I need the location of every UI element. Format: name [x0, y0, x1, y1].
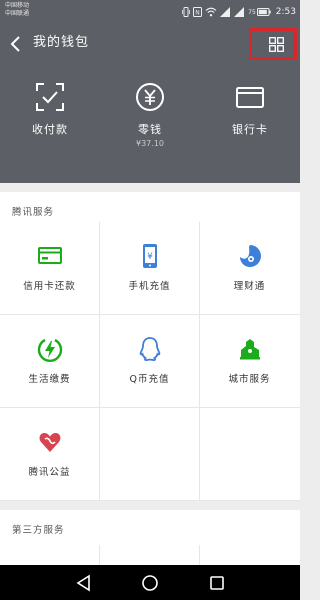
nav-back-icon[interactable] — [74, 573, 94, 593]
back-arrow-icon[interactable] — [8, 34, 26, 54]
nfc-icon: N — [193, 7, 203, 17]
header-item-change[interactable]: 零钱 ¥37.10 — [100, 80, 200, 170]
grid-menu-icon — [269, 37, 284, 52]
signal-icon-2 — [234, 7, 245, 17]
service-qcoin[interactable]: Q币充值 — [100, 315, 199, 407]
header-item-bank-card[interactable]: 银行卡 — [200, 80, 300, 170]
more-menu-button[interactable] — [249, 28, 297, 60]
service-licaitong[interactable]: 理财通 — [200, 222, 300, 314]
status-bar: 中国移动 中国联通 N 75 2:53 — [0, 0, 300, 24]
credit-card-icon — [38, 247, 62, 264]
svg-text:¥: ¥ — [147, 252, 153, 262]
signal-icon-1 — [220, 7, 231, 17]
service-label: Q币充值 — [129, 374, 170, 385]
wallet-header: 我的钱包 收付款 零钱 ¥37.10 银行卡 — [0, 24, 300, 183]
wifi-icon — [205, 7, 217, 17]
qq-penguin-icon — [139, 337, 161, 361]
city-icon — [240, 339, 260, 360]
header-item-pay[interactable]: 收付款 — [0, 80, 100, 170]
system-nav-bar — [0, 565, 300, 600]
service-label: 理财通 — [233, 281, 266, 292]
third-party-cell[interactable] — [0, 545, 99, 565]
section-title-tencent: 腾讯服务 — [12, 207, 55, 218]
third-party-cell[interactable] — [200, 545, 300, 565]
carrier-1: 中国移动 — [5, 2, 30, 9]
bank-card-icon — [236, 87, 264, 108]
service-label: 生活缴费 — [28, 374, 71, 385]
service-label: 城市服务 — [228, 374, 271, 385]
licaitong-icon — [240, 245, 261, 267]
header-label-change: 零钱 — [138, 123, 162, 136]
nav-recent-icon[interactable] — [207, 573, 227, 593]
carrier-2: 中国联通 — [5, 10, 30, 17]
section-third-party-services: 第三方服务 — [0, 510, 300, 546]
phone-recharge-icon: ¥ — [143, 244, 157, 268]
scan-pay-icon — [36, 83, 64, 111]
service-utilities[interactable]: 生活缴费 — [0, 315, 99, 407]
yen-coin-icon — [136, 83, 164, 111]
empty-cell — [100, 408, 199, 500]
service-label: 腾讯公益 — [28, 467, 71, 478]
section-title-third-party: 第三方服务 — [12, 525, 65, 536]
service-label: 手机充值 — [128, 281, 171, 292]
service-city[interactable]: 城市服务 — [200, 315, 300, 407]
battery-icon — [256, 8, 271, 16]
service-phone-recharge[interactable]: ¥ 手机充值 — [100, 222, 199, 314]
change-balance: ¥37.10 — [136, 139, 164, 148]
empty-cell — [200, 408, 300, 500]
services-grid: 信用卡还款 ¥ 手机充值 理财通 生活缴费 Q币充值 城市服务 腾讯公益 — [0, 222, 300, 501]
third-party-grid — [0, 545, 300, 565]
third-party-cell[interactable] — [100, 545, 199, 565]
status-time: 2:53 — [275, 7, 296, 17]
svg-text:N: N — [195, 10, 200, 17]
vibrate-icon — [182, 7, 191, 17]
heart-charity-icon — [39, 433, 61, 452]
battery-level: 75 — [248, 8, 256, 16]
page-title: 我的钱包 — [33, 35, 90, 50]
service-charity[interactable]: 腾讯公益 — [0, 408, 99, 500]
lightning-icon — [37, 338, 63, 362]
nav-home-icon[interactable] — [140, 573, 160, 593]
service-label: 信用卡还款 — [23, 281, 76, 292]
header-label-bank-card: 银行卡 — [232, 123, 268, 136]
header-label-pay: 收付款 — [32, 123, 68, 136]
service-credit-card[interactable]: 信用卡还款 — [0, 222, 99, 314]
